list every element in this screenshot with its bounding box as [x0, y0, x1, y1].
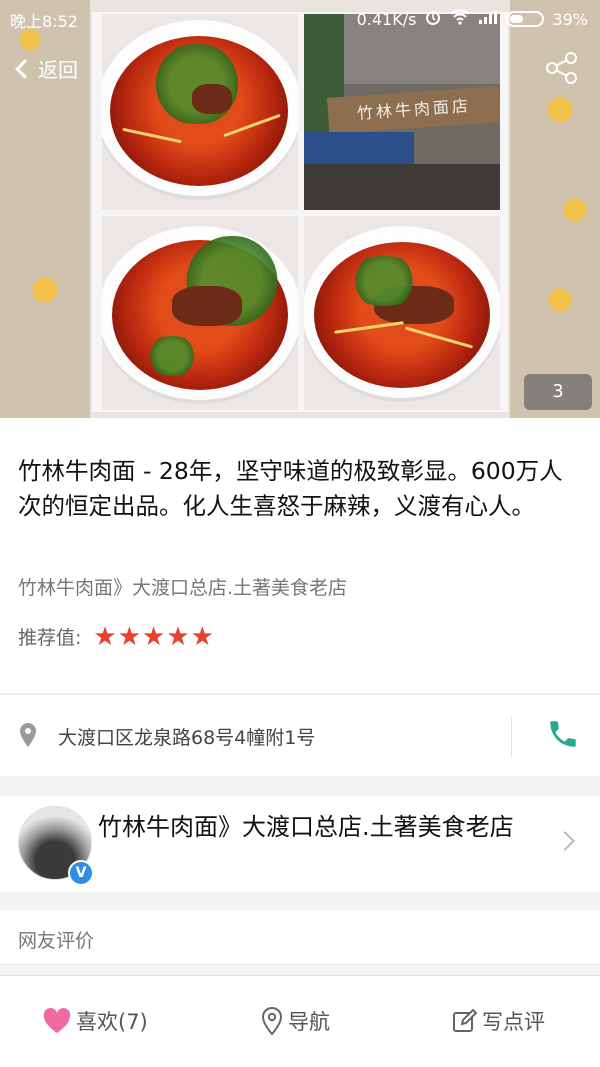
shop-front-photo: 竹林牛肉面店 [304, 14, 500, 210]
share-icon[interactable] [544, 50, 580, 86]
verified-badge-icon: V [68, 860, 94, 886]
location-pin-icon [260, 1006, 284, 1036]
wifi-icon [450, 9, 471, 29]
phone-icon[interactable] [546, 717, 580, 751]
chevron-left-icon [15, 58, 35, 79]
star-icon: ★ [190, 621, 214, 652]
photo-collage: 竹林牛肉面店 [92, 12, 508, 412]
shop-card[interactable]: V 竹林牛肉面》大渡口总店.土著美食老店 [0, 796, 600, 892]
battery-percent: 39% [552, 9, 588, 29]
navigate-label: 导航 [288, 1010, 330, 1034]
photo-gallery[interactable]: 竹林牛肉面店 晚上8:52 0.41K/s 39% 返回 3 [0, 0, 600, 418]
rating-row: 推荐值: ★ ★ ★ ★ ★ [18, 623, 215, 650]
shop-name: 竹林牛肉面》大渡口总店.土著美食老店 [98, 813, 514, 841]
like-label: 喜欢(7) [76, 1010, 148, 1034]
navigate-button[interactable]: 导航 [260, 1006, 330, 1036]
status-time: 晚上8:52 [10, 12, 78, 31]
status-bar: 晚上8:52 0.41K/s 39% [0, 0, 600, 34]
noodle-photo-1 [102, 14, 298, 210]
noodle-photo-3 [304, 216, 500, 410]
edit-icon [452, 1008, 478, 1034]
star-icon: ★ [117, 621, 142, 652]
listing-title: 竹林牛肉面 - 28年，坚守味道的极致彰显。600万人次的恒定出品。化人生喜怒于… [18, 457, 563, 520]
signal-icon [478, 9, 498, 29]
listing-info: 竹林牛肉面 - 28年，坚守味道的极致彰显。600万人次的恒定出品。化人生喜怒于… [0, 418, 600, 693]
photo-count-badge[interactable]: 3 [524, 374, 592, 410]
star-icon: ★ [166, 621, 190, 652]
star-icon: ★ [142, 621, 166, 652]
battery-icon [506, 11, 545, 27]
star-icon: ★ [93, 621, 117, 652]
reviews-section: 网友评价 [0, 910, 600, 965]
back-button[interactable]: 返回 [15, 54, 78, 83]
noodle-photo-2 [102, 216, 298, 410]
rating-label: 推荐值: [18, 627, 82, 649]
listing-subtitle: 竹林牛肉面》大渡口总店.土著美食老店 [18, 577, 348, 599]
like-button[interactable]: 喜欢(7) [42, 1006, 148, 1036]
divider [511, 717, 512, 757]
bottom-action-bar: 喜欢(7) 导航 写点评 [0, 975, 600, 1067]
chevron-right-icon [555, 831, 575, 851]
address-text: 大渡口区龙泉路68号4幢附1号 [58, 727, 316, 749]
back-label: 返回 [38, 58, 78, 82]
network-speed: 0.41K/s [356, 9, 417, 29]
location-pin-icon [19, 722, 37, 748]
reviews-title: 网友评价 [18, 930, 95, 952]
address-row[interactable]: 大渡口区龙泉路68号4幢附1号 [0, 694, 600, 776]
write-review-label: 写点评 [482, 1010, 545, 1034]
write-review-button[interactable]: 写点评 [452, 1006, 545, 1036]
status-indicators: 0.41K/s 39% [357, 8, 588, 30]
heart-icon [42, 1007, 72, 1035]
alarm-icon [424, 8, 442, 30]
shop-sign: 竹林牛肉面店 [326, 86, 500, 134]
